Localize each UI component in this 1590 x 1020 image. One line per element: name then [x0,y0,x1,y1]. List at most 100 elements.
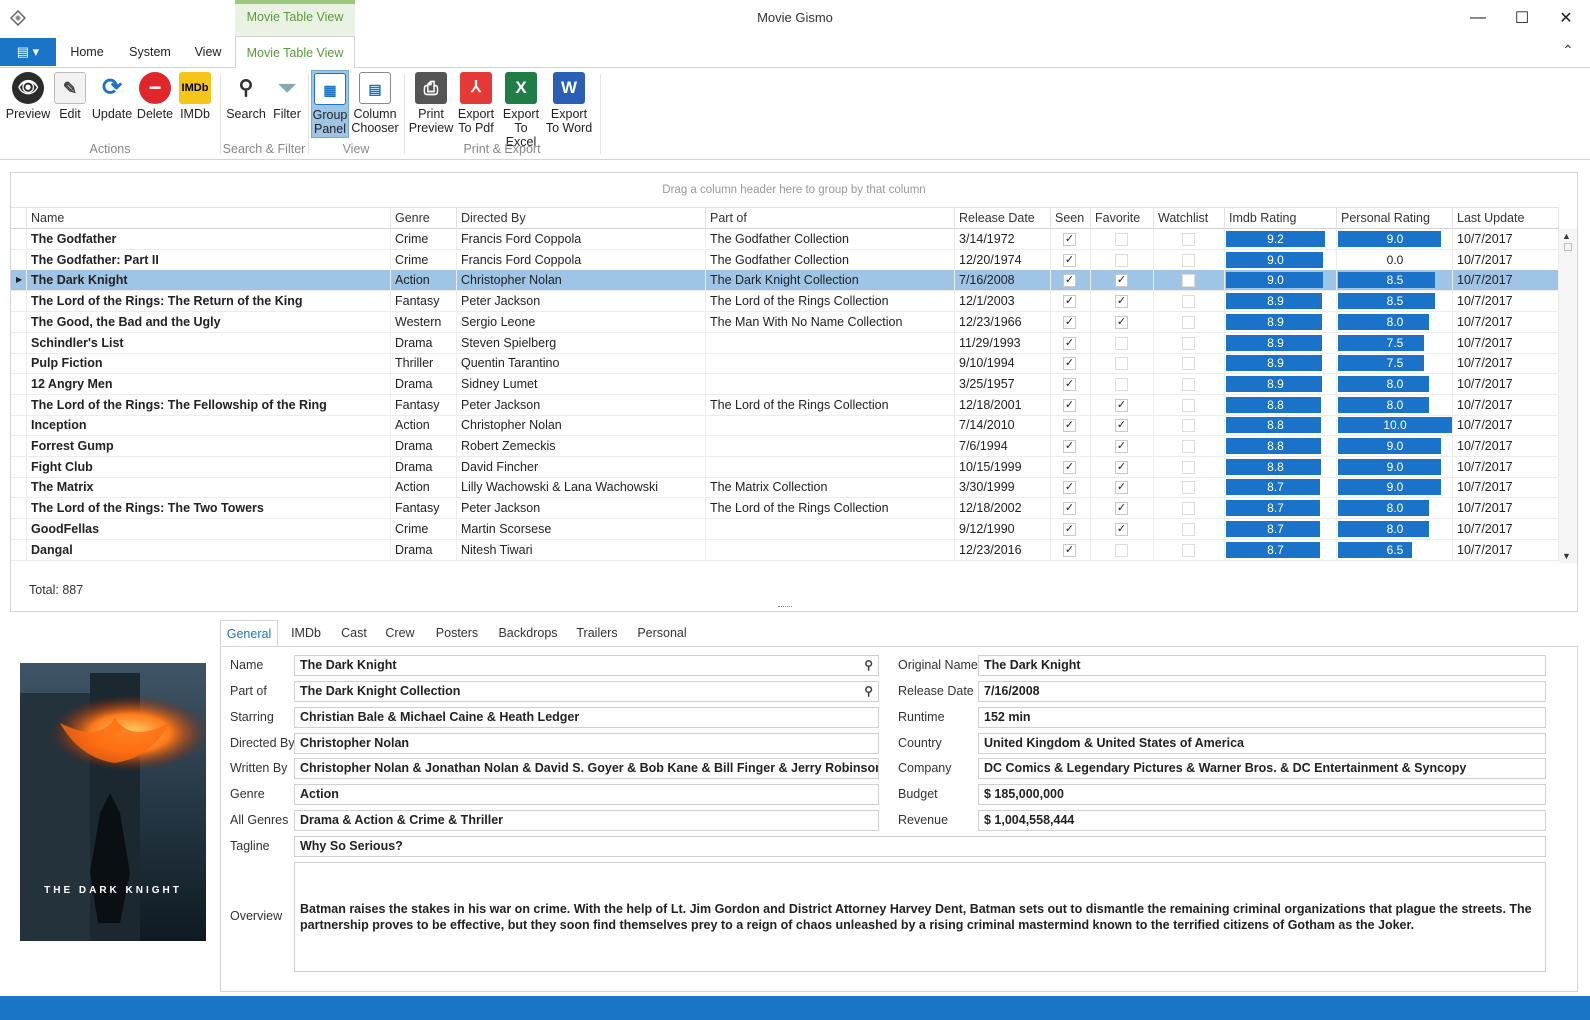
seen-checkbox[interactable]: ✓ [1063,440,1076,453]
preview-button[interactable]: 👁 Preview [5,72,51,136]
column-header-imdb[interactable]: Imdb Rating [1225,208,1337,229]
watchlist-checkbox[interactable] [1182,460,1195,474]
seen-checkbox[interactable]: ✓ [1063,315,1076,329]
table-row[interactable]: Schindler's List Drama Steven Spielberg 11/… [11,332,1559,354]
watchlist-checkbox[interactable] [1182,357,1195,371]
detail-tab-personal[interactable]: Personal [630,620,694,646]
export-word-button[interactable]: W Export To Word [545,72,593,136]
seen-checkbox[interactable]: ✓ [1063,502,1076,516]
favorite-checkbox[interactable]: ✓ [1115,522,1128,536]
tagline-field[interactable]: Why So Serious? [294,836,1546,857]
runtime-field[interactable]: 152 min [978,707,1546,728]
watchlist-checkbox[interactable] [1182,377,1195,391]
scroll-thumb[interactable] [1564,243,1572,251]
seen-checkbox[interactable]: ✓ [1063,398,1076,412]
table-row[interactable]: Forrest Gump Drama Robert Zemeckis 7/6/1994… [11,436,1559,457]
export-pdf-button[interactable]: ⅄ Export To Pdf [455,72,497,136]
seen-checkbox[interactable]: ✓ [1063,543,1076,557]
watchlist-checkbox[interactable] [1182,522,1195,536]
detail-tab-trailers[interactable]: Trailers [570,620,624,646]
release_date-field[interactable]: 7/16/2008 [978,681,1546,702]
update-button[interactable]: ⟳ Update [90,72,134,136]
name-search-icon[interactable]: ⚲ [864,656,873,675]
seen-checkbox[interactable]: ✓ [1063,419,1076,433]
all_genres-field[interactable]: Drama & Action & Crime & Thriller [294,810,879,831]
vertical-scrollbar[interactable]: ▲ ▼ [1559,229,1577,563]
table-row[interactable]: Fight Club Drama David Fincher 10/15/1999 ✓ ✓… [11,456,1559,478]
print-preview-button[interactable]: ⎙ Print Preview [408,72,454,136]
table-row[interactable]: The Matrix Action Lilly Wachowski & Lana W… [11,477,1559,499]
table-row[interactable]: ▶ The Dark Knight Action Christopher Nolan T… [11,270,1559,292]
part_of-search-icon[interactable]: ⚲ [864,682,873,701]
scroll-down-icon[interactable]: ▼ [1562,551,1571,561]
part_of-field[interactable]: The Dark Knight Collection ⚲ [294,681,879,702]
close-button[interactable]: ✕ [1544,0,1588,36]
column-header-release[interactable]: Release Date [955,208,1051,229]
seen-checkbox[interactable]: ✓ [1063,481,1076,495]
favorite-checkbox[interactable] [1115,377,1128,391]
overview-field[interactable]: Batman raises the stakes in his war on c… [294,862,1546,972]
favorite-checkbox[interactable]: ✓ [1115,460,1128,474]
watchlist-checkbox[interactable] [1182,543,1195,557]
name-field[interactable]: The Dark Knight ⚲ [294,655,879,676]
table-row[interactable]: The Lord of the Rings: The Two Towers Fan… [11,498,1559,520]
watchlist-checkbox[interactable] [1182,481,1195,495]
filter-button[interactable]: ⏷ Filter [268,72,306,136]
detail-tab-backdrops[interactable]: Backdrops [492,620,564,646]
original_name-field[interactable]: The Dark Knight [978,655,1546,676]
table-row[interactable]: Dangal Drama Nitesh Tiwari 12/23/2016 ✓ 8.7 6.… [11,539,1559,561]
watchlist-checkbox[interactable] [1182,315,1195,329]
export-excel-button[interactable]: X Export To Excel [498,72,544,149]
table-row[interactable]: Inception Action Christopher Nolan 7/14/201… [11,415,1559,437]
watchlist-checkbox[interactable] [1182,253,1195,267]
column-header-director[interactable]: Directed By [457,208,706,229]
seen-checkbox[interactable]: ✓ [1063,460,1076,474]
starring-field[interactable]: Christian Bale & Michael Caine & Heath L… [294,707,879,728]
detail-tab-crew[interactable]: Crew [378,620,422,646]
table-row[interactable]: The Lord of the Rings: The Fellowship of… [11,394,1559,416]
table-row[interactable]: GoodFellas Crime Martin Scorsese 9/12/1990 ✓… [11,518,1559,540]
favorite-checkbox[interactable]: ✓ [1115,440,1128,453]
favorite-checkbox[interactable]: ✓ [1115,295,1128,309]
table-row[interactable]: The Godfather Crime Francis Ford Coppola Th… [11,229,1559,250]
group-panel[interactable]: Drag a column header here to group by th… [11,173,1577,207]
tab-system[interactable]: System [122,36,178,68]
scroll-up-icon[interactable]: ▲ [1562,231,1571,241]
seen-checkbox[interactable]: ✓ [1063,274,1076,288]
imdb-button[interactable]: IMDb IMDb [176,72,214,136]
favorite-checkbox[interactable] [1115,357,1128,371]
watchlist-checkbox[interactable] [1182,398,1195,412]
application-menu-button[interactable]: ▤ ▾ [0,38,56,66]
search-button[interactable]: ⚲ Search [224,72,268,136]
company-field[interactable]: DC Comics & Legendary Pictures & Warner … [978,758,1546,779]
splitter-handle[interactable] [778,606,792,608]
detail-tab-imdb[interactable]: IMDb [282,620,330,646]
maximize-button[interactable]: ☐ [1500,0,1544,36]
favorite-checkbox[interactable] [1115,233,1128,246]
table-row[interactable]: Pulp Fiction Thriller Quentin Tarantino 9/1… [11,353,1559,375]
group-panel-button[interactable]: ▦ Group Panel [311,70,349,138]
column-header-genre[interactable]: Genre [391,208,457,229]
column-header-watchlist[interactable]: Watchlist [1154,208,1225,229]
watchlist-checkbox[interactable] [1182,295,1195,309]
genre-field[interactable]: Action [294,784,879,805]
written_by-field[interactable]: Christopher Nolan & Jonathan Nolan & Dav… [294,758,879,779]
column-header-part_of[interactable]: Part of [706,208,955,229]
column-header-name[interactable]: Name [27,208,391,229]
favorite-checkbox[interactable] [1115,543,1128,557]
favorite-checkbox[interactable] [1115,336,1128,350]
watchlist-checkbox[interactable] [1182,336,1195,350]
favorite-checkbox[interactable]: ✓ [1115,502,1128,516]
seen-checkbox[interactable]: ✓ [1063,295,1076,309]
seen-checkbox[interactable]: ✓ [1063,357,1076,371]
tab-home[interactable]: Home [62,36,112,68]
column-header-personal[interactable]: Personal Rating [1337,208,1453,229]
detail-tab-cast[interactable]: Cast [334,620,374,646]
watchlist-checkbox[interactable] [1182,502,1195,516]
watchlist-checkbox[interactable] [1182,440,1195,453]
table-row[interactable]: The Godfather: Part II Crime Francis Ford … [11,249,1559,271]
tab-movie-table-view[interactable]: Movie Table View [235,36,355,69]
seen-checkbox[interactable]: ✓ [1063,336,1076,350]
edit-button[interactable]: ✎ Edit [52,72,88,136]
detail-tab-posters[interactable]: Posters [428,620,486,646]
